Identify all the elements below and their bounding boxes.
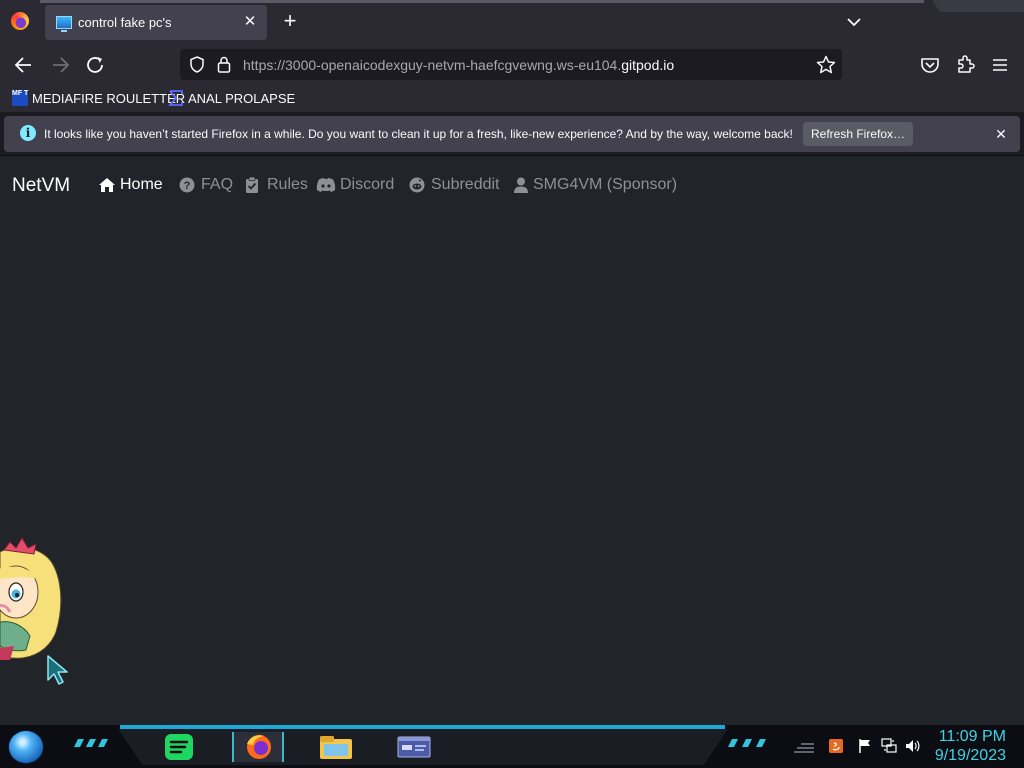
forward-icon[interactable] <box>48 54 72 76</box>
mediafire-icon: MF T <box>12 90 28 106</box>
java-icon[interactable] <box>828 738 844 754</box>
user-icon <box>514 177 528 193</box>
nav-label: FAQ <box>201 176 234 193</box>
question-circle-icon: ? <box>179 177 195 193</box>
show-hidden-icons-icon[interactable] <box>792 738 816 754</box>
refresh-firefox-button[interactable]: Refresh Firefox… <box>803 122 913 146</box>
close-tab-icon[interactable]: ✕ <box>241 13 259 31</box>
browser-toolbar: https://3000-openaicodexguy-netvm-haefcg… <box>0 44 1024 86</box>
bookmark-label: ANAL PROLAPSE <box>188 91 296 106</box>
nav-label: SMG4VM (Sponsor) <box>533 176 678 193</box>
firefox-icon <box>247 735 271 759</box>
taskbar-file-explorer[interactable] <box>310 732 362 762</box>
window-app-icon <box>397 736 431 758</box>
nav-label: Rules <box>267 176 308 193</box>
reload-icon[interactable] <box>84 54 108 76</box>
home-icon <box>99 178 115 192</box>
taskbar-accent <box>120 725 725 729</box>
bookmarks-toolbar: MF T MEDIAFIRE ROULETTER ANAL PROLAPSE <box>0 86 1024 112</box>
clipboard-check-icon <box>246 177 258 193</box>
clock-time[interactable]: 11:09 PM <box>939 728 1006 746</box>
taskbar-decoration <box>728 739 766 747</box>
webpage-content: NetVM Home ? FAQ Rules Discord Subreddit… <box>0 156 1024 725</box>
reddit-icon <box>409 177 425 193</box>
url-host: gitpod.io <box>621 57 675 73</box>
taskbar: 11:09 PM 9/19/2023 <box>0 725 1024 768</box>
bookmark-star-icon[interactable] <box>816 55 836 74</box>
discord-icon <box>316 178 336 192</box>
theme-decoration <box>40 0 924 3</box>
tracking-protection-shield-icon[interactable] <box>189 56 205 73</box>
volume-icon[interactable] <box>905 738 921 754</box>
lock-icon[interactable] <box>217 56 231 73</box>
bookmark-label: MEDIAFIRE ROULETTER <box>32 91 186 106</box>
site-brand[interactable]: NetVM <box>12 175 70 197</box>
monitor-icon <box>56 16 72 32</box>
chevron-down-icon[interactable] <box>843 12 865 32</box>
network-icon[interactable] <box>881 738 897 754</box>
address-bar[interactable]: https://3000-openaicodexguy-netvm-haefcg… <box>180 49 842 80</box>
tab-control-fake-pcs[interactable]: control fake pc's ✕ <box>45 5 267 40</box>
tab-title: control fake pc's <box>78 15 172 30</box>
theme-decoration <box>932 0 1024 12</box>
notification-message: It looks like you haven’t started Firefo… <box>44 127 793 141</box>
file-explorer-icon <box>320 736 352 759</box>
nav-label: Home <box>120 176 163 193</box>
nav-label: Subreddit <box>431 176 500 193</box>
taskbar-firefox[interactable] <box>232 732 284 762</box>
pocket-icon[interactable] <box>918 54 942 76</box>
mouse-cursor-icon <box>47 655 68 685</box>
sigma-icon <box>168 90 183 106</box>
refresh-firefox-notification: i It looks like you haven’t started Fire… <box>4 116 1020 152</box>
action-center-flag-icon[interactable] <box>857 738 873 754</box>
spotify-icon <box>165 734 193 760</box>
url-text: https://3000-openaicodexguy-netvm-haefcg… <box>243 57 674 73</box>
taskbar-decoration <box>74 739 108 747</box>
back-icon[interactable] <box>12 54 36 76</box>
screen: control fake pc's ✕ + https://3000-opena… <box>0 0 1024 768</box>
clock-date[interactable]: 9/19/2023 <box>935 747 1006 765</box>
taskbar-window-app[interactable] <box>388 732 440 762</box>
start-button[interactable] <box>8 730 44 764</box>
svg-text:?: ? <box>184 180 191 192</box>
hamburger-menu-icon[interactable] <box>988 54 1012 76</box>
close-notification-icon[interactable]: ✕ <box>991 124 1011 144</box>
url-prefix: https://3000-openaicodexguy-netvm-haefcg… <box>243 57 622 73</box>
taskbar-spotify[interactable] <box>153 732 205 762</box>
new-tab-button[interactable]: + <box>279 10 301 32</box>
info-icon: i <box>20 125 36 141</box>
nav-label: Discord <box>340 176 395 193</box>
firefox-menu-icon[interactable] <box>11 12 29 30</box>
browser-tab-strip: control fake pc's ✕ + <box>0 0 1024 44</box>
extensions-puzzle-icon[interactable] <box>953 54 977 76</box>
